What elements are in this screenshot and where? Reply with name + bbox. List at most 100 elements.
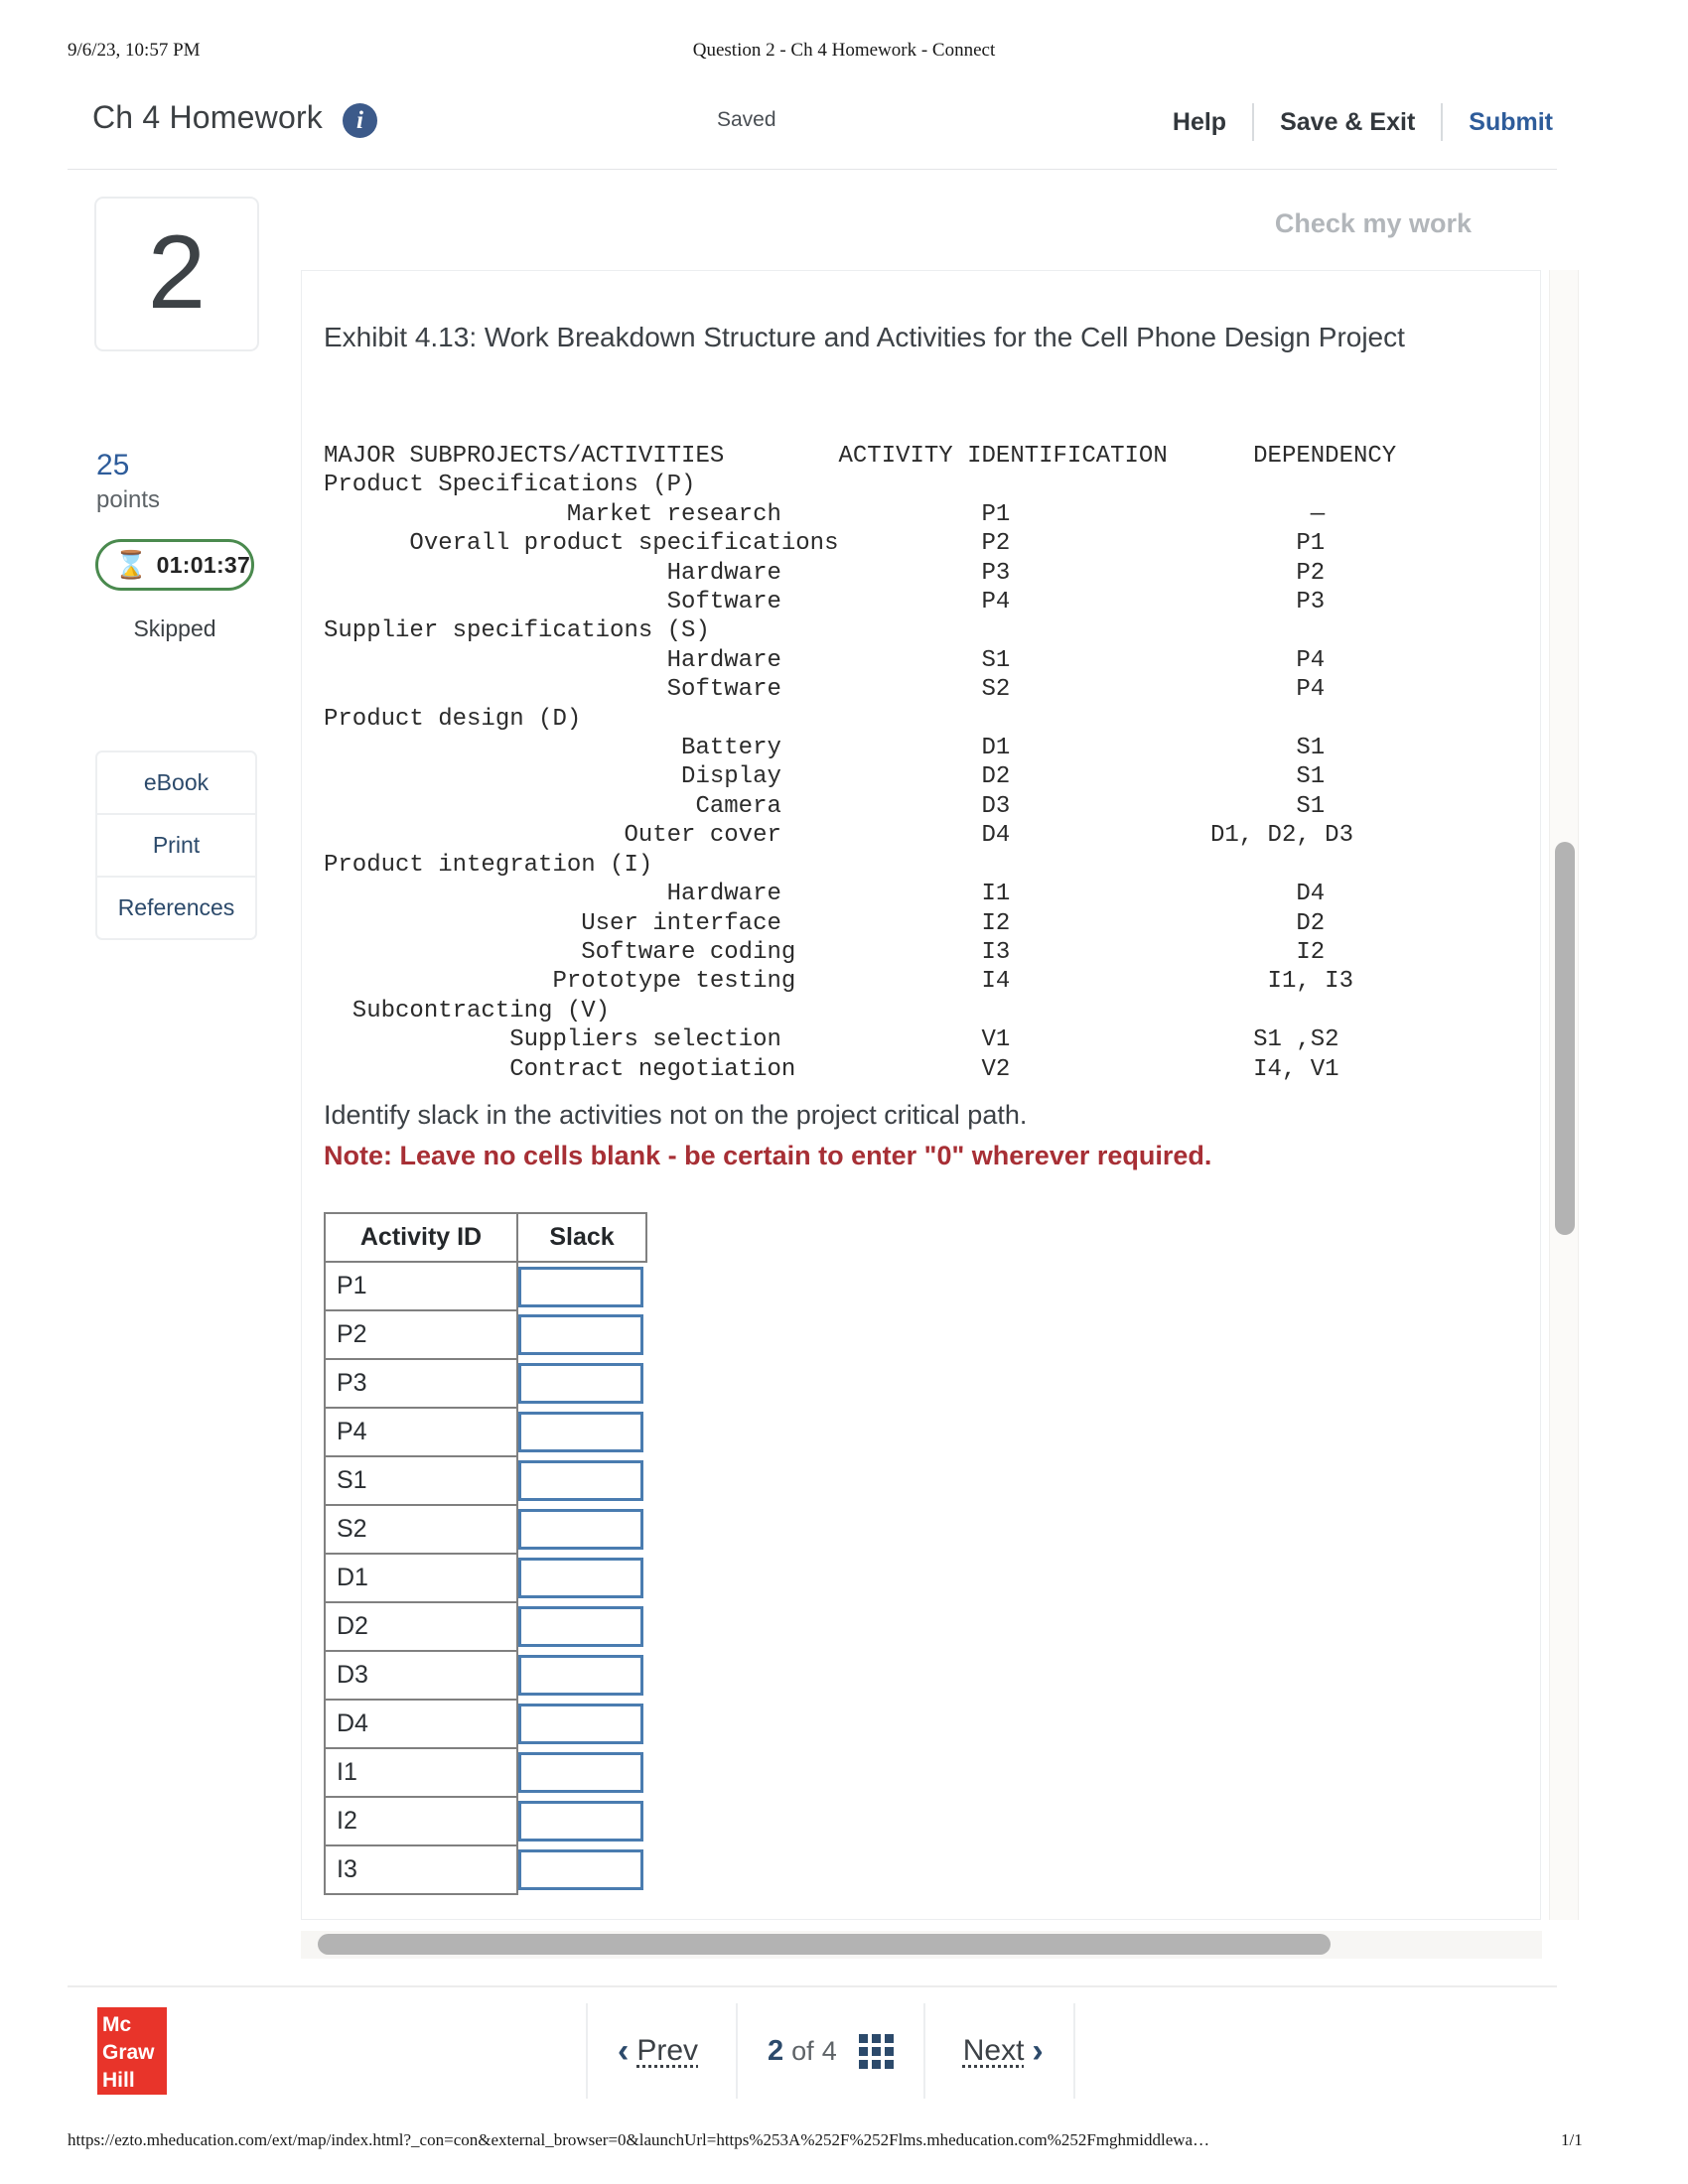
slack-cell[interactable]: [517, 1700, 646, 1748]
mcgraw-hill-logo: Mc Graw Hill: [97, 2007, 167, 2095]
slack-input[interactable]: [518, 1849, 643, 1890]
prev-question-button[interactable]: ‹ Prev: [588, 2003, 736, 2099]
slack-input[interactable]: [518, 1266, 643, 1307]
activity-id-cell: I1: [324, 1747, 518, 1798]
table-row: P1: [324, 1261, 646, 1311]
page-indicator: 2 of 4: [738, 2003, 923, 2099]
footer-url: https://ezto.mheducation.com/ext/map/ind…: [68, 2130, 1210, 2149]
question-content-panel: Exhibit 4.13: Work Breakdown Structure a…: [301, 270, 1541, 1920]
slack-input[interactable]: [518, 1801, 643, 1842]
slack-input[interactable]: [518, 1509, 643, 1550]
hourglass-icon: ⌛: [114, 549, 148, 580]
table-row: S2: [324, 1504, 646, 1555]
next-label: Next: [962, 2034, 1025, 2067]
info-icon[interactable]: i: [343, 103, 377, 138]
points-value: 25: [96, 449, 130, 481]
page-title: Ch 4 Homework: [92, 99, 324, 135]
question-status: Skipped: [133, 615, 216, 641]
timer-pill: ⌛ 01:01:37: [95, 539, 254, 591]
table-row: P3: [324, 1358, 646, 1409]
print-button[interactable]: Print: [97, 815, 255, 878]
saved-status: Saved: [717, 108, 776, 131]
slack-cell[interactable]: [517, 1359, 646, 1408]
activity-id-cell: D2: [324, 1601, 518, 1652]
app-header: Ch 4 Homework i Saved Help Save & Exit S…: [68, 91, 1557, 170]
save-and-exit-button[interactable]: Save & Exit: [1254, 101, 1441, 143]
slack-answer-table: Activity ID Slack P1 P2 P3 P4 S1 S2 D1 D…: [324, 1212, 647, 1895]
check-my-work-button[interactable]: Check my work: [1275, 208, 1472, 239]
slack-input[interactable]: [518, 1606, 643, 1647]
slack-input[interactable]: [518, 1412, 643, 1452]
references-button[interactable]: References: [97, 878, 255, 938]
table-row: D4: [324, 1699, 646, 1749]
activity-id-cell: P2: [324, 1309, 518, 1360]
wbs-exhibit-table: MAJOR SUBPROJECTS/ACTIVITIES ACTIVITY ID…: [324, 443, 1397, 1083]
slack-cell[interactable]: [517, 1651, 646, 1700]
rail-button-group: eBook Print References: [95, 751, 257, 940]
slack-cell[interactable]: [517, 1748, 646, 1797]
prev-label: Prev: [636, 2034, 699, 2067]
exhibit-title: Exhibit 4.13: Work Breakdown Structure a…: [324, 322, 1405, 352]
activity-id-cell: P4: [324, 1407, 518, 1457]
next-question-button[interactable]: Next ›: [925, 2003, 1073, 2099]
bottom-divider: [68, 1985, 1557, 1987]
question-prompt: Identify slack in the activities not on …: [324, 1100, 1028, 1130]
slack-cell[interactable]: [517, 1262, 646, 1310]
slack-input[interactable]: [518, 1314, 643, 1355]
activity-id-cell: S1: [324, 1455, 518, 1506]
table-row: D3: [324, 1650, 646, 1701]
question-navigation: ‹ Prev 2 of 4 Next ›: [586, 2003, 1075, 2099]
print-header: 9/6/23, 10:57 PM Question 2 - Ch 4 Homew…: [0, 40, 1688, 64]
table-row: D1: [324, 1553, 646, 1603]
slack-cell[interactable]: [517, 1310, 646, 1359]
table-row: P2: [324, 1309, 646, 1360]
slack-input[interactable]: [518, 1655, 643, 1696]
slack-input[interactable]: [518, 1704, 643, 1744]
table-row: S1: [324, 1455, 646, 1506]
slack-cell[interactable]: [517, 1845, 646, 1894]
header-actions: Help Save & Exit Submit: [1147, 101, 1555, 143]
table-row: I2: [324, 1796, 646, 1846]
question-note: Note: Leave no cells blank - be certain …: [324, 1141, 1212, 1170]
print-document-title: Question 2 - Ch 4 Homework - Connect: [692, 40, 996, 61]
slack-cell[interactable]: [517, 1602, 646, 1651]
help-button[interactable]: Help: [1147, 101, 1252, 143]
submit-button[interactable]: Submit: [1443, 101, 1555, 143]
slack-input[interactable]: [518, 1752, 643, 1793]
logo-line-2: Graw: [102, 2041, 155, 2064]
slack-cell[interactable]: [517, 1554, 646, 1602]
ebook-button[interactable]: eBook: [97, 752, 255, 815]
slack-cell[interactable]: [517, 1456, 646, 1505]
page-total: 4: [821, 2035, 837, 2066]
slack-input[interactable]: [518, 1363, 643, 1404]
column-header-slack: Slack: [516, 1212, 647, 1263]
activity-id-cell: P3: [324, 1358, 518, 1409]
footer-page-number: 1/1: [1561, 2130, 1583, 2149]
slack-input[interactable]: [518, 1558, 643, 1598]
logo-line-3: Hill: [102, 2069, 135, 2092]
page-of-label: of: [791, 2035, 814, 2066]
timer-value: 01:01:37: [156, 551, 251, 578]
grid-view-icon[interactable]: [858, 2033, 894, 2069]
chevron-left-icon: ‹: [618, 2031, 630, 2070]
activity-id-cell: D4: [324, 1699, 518, 1749]
question-number: 2: [147, 214, 207, 331]
slack-cell[interactable]: [517, 1505, 646, 1554]
slack-cell[interactable]: [517, 1408, 646, 1456]
slack-cell[interactable]: [517, 1797, 646, 1845]
horizontal-scrollbar-thumb[interactable]: [318, 1934, 1331, 1955]
activity-id-cell: S2: [324, 1504, 518, 1555]
column-header-activity-id: Activity ID: [324, 1212, 518, 1263]
table-row: I3: [324, 1844, 646, 1895]
nav-divider-4: [1072, 2003, 1075, 2099]
table-header-row: Activity ID Slack: [324, 1212, 647, 1263]
question-number-box: 2: [94, 197, 259, 351]
vertical-scrollbar-thumb[interactable]: [1555, 842, 1575, 1235]
table-row: D2: [324, 1601, 646, 1652]
print-footer: https://ezto.mheducation.com/ext/map/ind…: [0, 2130, 1688, 2156]
chevron-right-icon: ›: [1032, 2031, 1044, 2070]
slack-answer-table-body: P1 P2 P3 P4 S1 S2 D1 D2 D3 D4 I1 I2 I3: [324, 1261, 646, 1895]
table-row: P4: [324, 1407, 646, 1457]
activity-id-cell: D3: [324, 1650, 518, 1701]
slack-input[interactable]: [518, 1460, 643, 1501]
